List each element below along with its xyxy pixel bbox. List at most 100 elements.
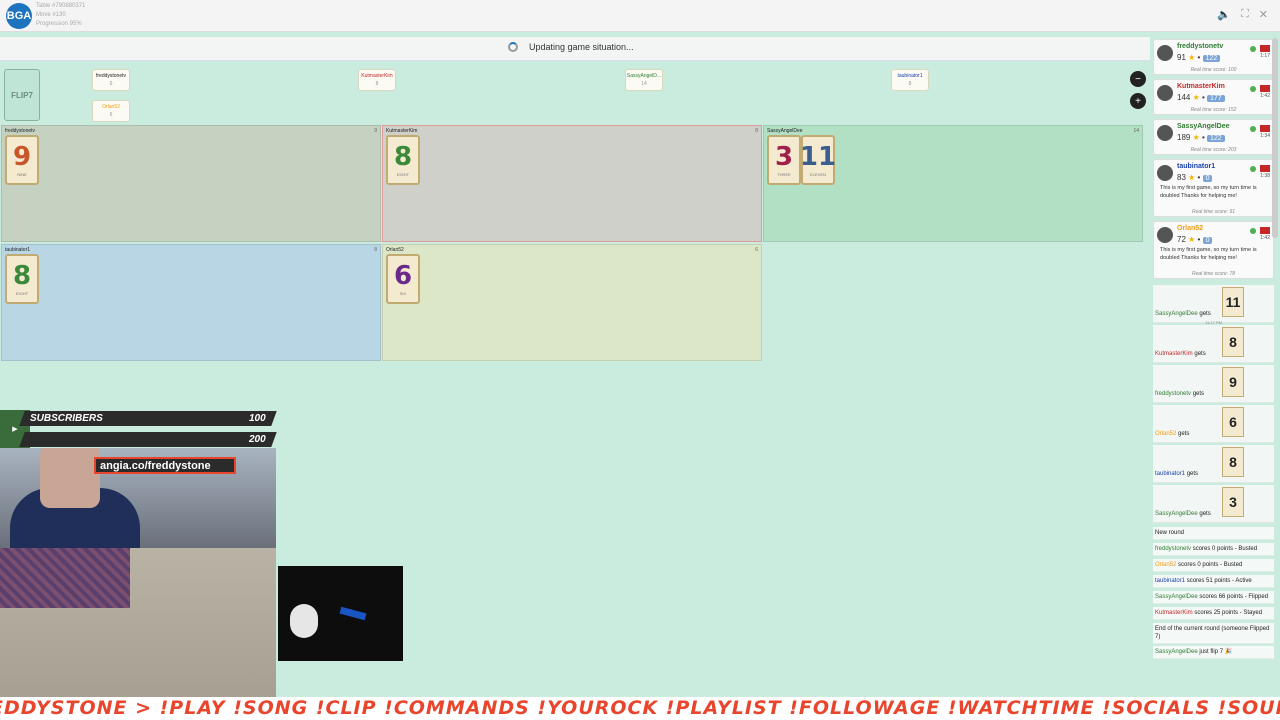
table-id: Table #790880371 [36, 3, 86, 9]
speaker-icon[interactable]: 🔈 [1217, 8, 1231, 21]
player-panel[interactable]: KutmasterKim 144 ★ • 177 1:42 Real time sco… [1153, 79, 1274, 115]
number-card[interactable]: 11 ELEVEN [799, 135, 837, 185]
number-card[interactable]: 9 NINE [5, 135, 39, 185]
chip-count: 0 [1202, 175, 1213, 182]
mouse [290, 604, 318, 638]
log-entry: 8 KutmasterKim gets [1153, 325, 1274, 363]
player-zone: Orlan52 6 6 SIX [382, 244, 762, 361]
turn-timer: 1:17 [1260, 53, 1270, 59]
usb-stick [339, 606, 367, 621]
player-tag: freddystonetv 9 [92, 69, 130, 91]
log-card: 8 [1222, 447, 1244, 477]
player-tag: KutmasterKim 8 [358, 69, 396, 91]
star-icon: ★ [1192, 93, 1200, 102]
log-text: Orlan52 gets [1155, 431, 1190, 437]
top-icons: 🔈 ⛶ ✕ [1217, 8, 1268, 21]
log-text: taubinator1 gets [1155, 471, 1199, 477]
card-word: NINE [17, 171, 27, 177]
card-word: EIGHT [15, 290, 29, 296]
card-word: EIGHT [396, 171, 410, 177]
player-score: 144 ★ • 177 [1177, 93, 1225, 102]
status-bar: Updating game situation... [0, 37, 1150, 61]
number-card[interactable]: 6 SIX [386, 254, 420, 304]
avatar [1157, 125, 1173, 141]
log-card: 8 [1222, 327, 1244, 357]
streamer-webcam [0, 448, 276, 698]
log-message: freddystonetv scores 0 points - Busted [1153, 543, 1274, 556]
fullscreen-icon[interactable]: ⛶ [1241, 8, 1249, 21]
scrollbar[interactable] [1272, 38, 1278, 238]
log-text: freddystonetv gets [1155, 391, 1205, 397]
zone-player-name: KutmasterKim [386, 128, 418, 134]
player-zone: SassyAngelDee 14 3 THREE 11 ELEVEN [763, 125, 1143, 242]
flag-icon [1260, 227, 1270, 234]
star-icon: ★ [1192, 133, 1200, 142]
real-time-score: Real time score: 91 [1191, 209, 1236, 215]
zone-player-name: Orlan52 [386, 247, 404, 253]
turn-timer: 1:42 [1260, 235, 1270, 241]
log-message: New round [1153, 527, 1274, 540]
close-icon[interactable]: ✕ [1259, 8, 1268, 21]
chip-count: 122 [1202, 55, 1221, 62]
player-tag: taubinator1 8 [891, 69, 929, 91]
log-entry: 8 taubinator1 gets [1153, 445, 1274, 483]
card-number: 11 [799, 141, 837, 172]
player-panel[interactable]: SassyAngelDee 189 ★ • 122 1:34 Real time sc… [1153, 119, 1274, 155]
player-score: 91 ★ • 122 [1177, 53, 1221, 62]
avatar [1157, 85, 1173, 101]
deck-label: FLIP7 [11, 90, 33, 100]
player-score: 189 ★ • 122 [1177, 133, 1225, 142]
zone-score: 9 [374, 128, 377, 134]
table-info: Table #790880371 Move #130 Progression 9… [36, 2, 85, 29]
player-zone: freddystonetv 9 9 NINE [1, 125, 381, 242]
goal-bar: 200 [19, 432, 277, 447]
player-panel[interactable]: taubinator1 83 ★ • 0 1:38 This is my first … [1153, 159, 1274, 217]
zone-score: 14 [1133, 128, 1139, 134]
avatar [1157, 45, 1173, 61]
draw-deck[interactable]: FLIP7 [4, 69, 40, 121]
player-name[interactable]: freddystonetv [1177, 43, 1223, 50]
flag-icon [1260, 85, 1270, 92]
card-number: 8 [12, 260, 32, 291]
turn-timer: 1:38 [1260, 173, 1270, 179]
player-score: 72 ★ • 0 [1177, 235, 1213, 244]
real-time-score: Real time score: 78 [1191, 271, 1236, 277]
number-card[interactable]: 8 EIGHT [386, 135, 420, 185]
command-ticker: EDDYSTONE > !PLAY !SONG !CLIP !COMMANDS … [0, 697, 1280, 720]
zoom-out-icon[interactable]: − [1130, 71, 1146, 87]
chip-count: 0 [1202, 237, 1213, 244]
move-number: Move #130 [36, 12, 66, 18]
loading-icon [508, 42, 518, 52]
log-card: 6 [1222, 407, 1244, 437]
player-name[interactable]: taubinator1 [1177, 163, 1215, 170]
log-entry: 6 Orlan52 gets [1153, 405, 1274, 443]
player-name[interactable]: SassyAngelDee [1177, 123, 1230, 130]
streamer-face [40, 448, 100, 508]
game-screen: BGA Table #790880371 Move #130 Progressi… [0, 0, 1280, 720]
player-name[interactable]: KutmasterKim [1177, 83, 1225, 90]
online-icon [1250, 46, 1256, 52]
zone-score: 6 [755, 247, 758, 253]
player-message: This is my first game, so my turn time i… [1160, 185, 1257, 199]
player-tag: Orlan52 6 [92, 100, 130, 122]
online-icon [1250, 126, 1256, 132]
number-card[interactable]: 8 EIGHT [5, 254, 39, 304]
zone-player-name: taubinator1 [5, 247, 31, 253]
turn-timer: 1:34 [1260, 133, 1270, 139]
log-card: 9 [1222, 367, 1244, 397]
log-message: Orlan52 scores 0 points - Busted [1153, 559, 1274, 572]
chip-count: 122 [1207, 135, 1225, 142]
number-card[interactable]: 3 THREE [767, 135, 801, 185]
log-message: End of the current round (someone Flippe… [1153, 623, 1274, 644]
player-panel[interactable]: Orlan52 72 ★ • 0 1:42 This is my first game… [1153, 221, 1274, 279]
online-icon [1250, 86, 1256, 92]
subscribers-bar: SUBSCRIBERS 100 [19, 411, 277, 426]
log-message: KutmasterKim scores 25 points - Stayed [1153, 607, 1274, 620]
zoom-in-icon[interactable]: + [1130, 93, 1146, 109]
stream-url: angia.co/freddystone [94, 457, 236, 474]
player-name[interactable]: Orlan52 [1177, 225, 1203, 232]
player-message: This is my first game, so my turn time i… [1160, 247, 1257, 261]
player-panel[interactable]: freddystonetv 91 ★ • 122 1:17 Real time sco… [1153, 39, 1274, 75]
card-number: 9 [12, 141, 32, 172]
bga-logo[interactable]: BGA [6, 3, 32, 29]
